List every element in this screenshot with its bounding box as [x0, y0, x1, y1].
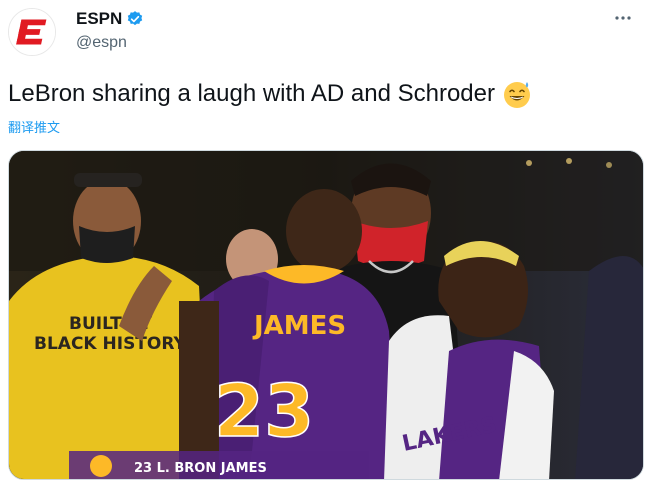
shirt-text-line2: BLACK HISTORY: [34, 334, 187, 354]
grinning-face-with-sweat-emoji: [501, 78, 533, 110]
espn-logo: [9, 9, 55, 55]
lower-third-text: 23 L. BRON JAMES: [134, 461, 267, 476]
verified-badge-icon: [126, 10, 144, 28]
translate-tweet-link[interactable]: 翻译推文: [8, 117, 60, 136]
basketball-bench-photo: BUILT BY BLACK HISTORY JAMES 23: [9, 151, 644, 480]
tweet-media-image[interactable]: BUILT BY BLACK HISTORY JAMES 23: [8, 150, 644, 480]
display-name[interactable]: ESPN: [76, 9, 122, 29]
jersey-number: 23: [214, 369, 314, 453]
account-avatar[interactable]: [8, 8, 56, 56]
account-name-row[interactable]: ESPN: [76, 9, 144, 29]
tweet-text: LeBron sharing a laugh with AD and Schro…: [8, 78, 533, 110]
more-icon: [614, 9, 632, 32]
more-options-button[interactable]: [609, 6, 637, 34]
account-handle[interactable]: @espn: [76, 34, 127, 52]
tweet-body: LeBron sharing a laugh with AD and Schro…: [8, 78, 495, 110]
jersey-name: JAMES: [252, 311, 346, 341]
